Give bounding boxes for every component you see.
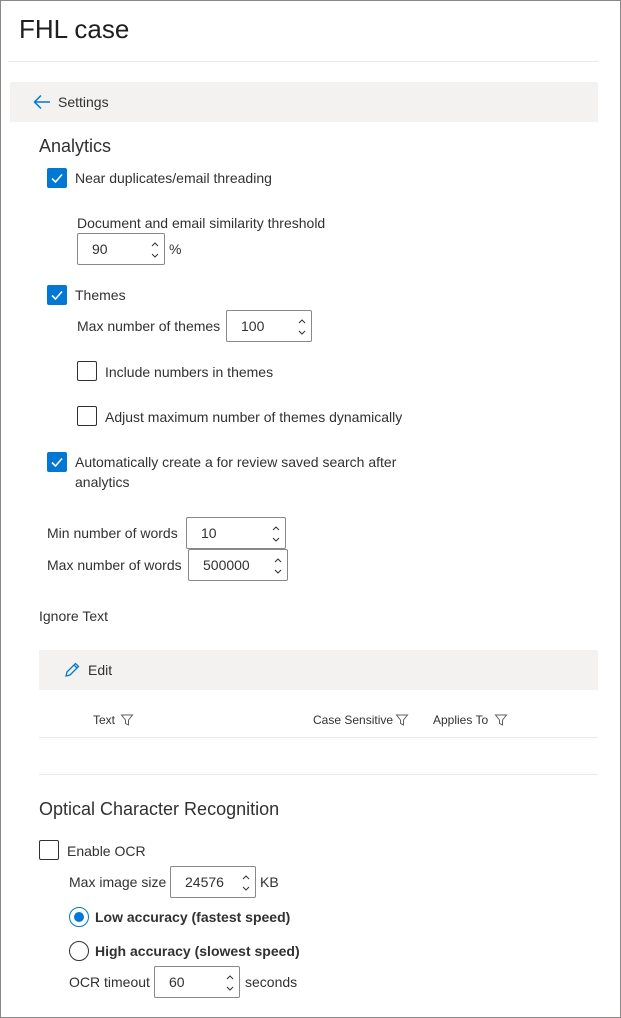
chevron-down-icon[interactable] (271, 535, 281, 545)
auto-create-checkbox[interactable] (47, 452, 67, 472)
chevron-down-icon[interactable] (297, 328, 307, 338)
max-image-size-unit: KB (260, 874, 279, 890)
max-words-label: Max number of words (47, 557, 182, 573)
edit-button[interactable] (63, 661, 81, 679)
max-image-size-label: Max image size (69, 874, 167, 890)
column-header-applies-to[interactable]: Applies To (433, 713, 488, 727)
min-words-label: Min number of words (47, 525, 178, 541)
near-duplicates-label: Near duplicates/email threading (75, 170, 272, 186)
min-words-stepper[interactable]: 10 (186, 517, 286, 549)
max-themes-label: Max number of themes (77, 318, 221, 334)
include-numbers-label: Include numbers in themes (105, 364, 274, 380)
ignore-text-heading: Ignore Text (39, 608, 109, 624)
chevron-down-icon[interactable] (241, 884, 251, 894)
themes-checkbox[interactable] (47, 285, 67, 305)
pencil-icon (65, 662, 80, 677)
chevron-down-icon[interactable] (225, 984, 235, 994)
ignore-text-command-bar: Edit (39, 650, 598, 690)
low-accuracy-radio[interactable] (69, 907, 89, 927)
ocr-timeout-stepper[interactable]: 60 (154, 966, 240, 998)
column-header-case-sensitive[interactable]: Case Sensitive (313, 713, 393, 727)
filter-icon[interactable] (494, 713, 508, 727)
table-header-divider (39, 737, 598, 738)
ocr-timeout-label: OCR timeout (69, 974, 150, 990)
checkmark-icon (51, 173, 63, 184)
auto-create-label-line1: Automatically create a for review saved … (75, 454, 397, 470)
back-to-settings-button[interactable]: Settings (10, 82, 598, 122)
similarity-value: 90 (92, 241, 108, 257)
min-words-value: 10 (201, 525, 217, 541)
themes-label: Themes (75, 287, 126, 303)
low-accuracy-label: Low accuracy (fastest speed) (95, 909, 291, 925)
max-image-size-value: 24576 (185, 874, 224, 890)
high-accuracy-radio[interactable] (69, 941, 89, 961)
enable-ocr-checkbox[interactable] (39, 840, 59, 860)
max-themes-value: 100 (241, 318, 265, 334)
edit-label[interactable]: Edit (88, 660, 112, 680)
analytics-heading: Analytics (39, 136, 112, 156)
chevron-down-icon[interactable] (273, 567, 283, 577)
enable-ocr-label: Enable OCR (67, 843, 146, 859)
checkmark-icon (51, 290, 63, 301)
max-image-size-stepper[interactable]: 24576 (170, 866, 256, 898)
chevron-up-icon[interactable] (225, 972, 235, 982)
max-words-value: 500000 (203, 557, 250, 573)
checkmark-icon (51, 457, 63, 468)
chevron-down-icon[interactable] (150, 251, 160, 261)
similarity-label: Document and email similarity threshold (77, 215, 326, 231)
chevron-up-icon[interactable] (241, 872, 251, 882)
include-numbers-checkbox[interactable] (77, 361, 97, 381)
title-divider (8, 61, 598, 62)
chevron-up-icon[interactable] (271, 523, 281, 533)
auto-create-label-line2: analytics (75, 474, 130, 490)
column-header-text[interactable]: Text (93, 713, 115, 727)
filter-icon[interactable] (395, 713, 409, 727)
arrow-left-icon (32, 92, 52, 112)
similarity-stepper[interactable]: 90 (77, 233, 165, 265)
high-accuracy-label: High accuracy (slowest speed) (95, 943, 300, 959)
section-divider (39, 774, 598, 775)
chevron-up-icon[interactable] (297, 316, 307, 326)
ocr-heading: Optical Character Recognition (39, 799, 280, 819)
back-label: Settings (58, 94, 109, 110)
max-themes-stepper[interactable]: 100 (226, 310, 312, 342)
near-duplicates-checkbox[interactable] (47, 168, 67, 188)
filter-icon[interactable] (120, 713, 134, 727)
page-title: FHL case (19, 14, 130, 44)
chevron-up-icon[interactable] (273, 555, 283, 565)
max-words-stepper[interactable]: 500000 (188, 549, 288, 581)
chevron-up-icon[interactable] (150, 239, 160, 249)
adjust-dynamic-label: Adjust maximum number of themes dynamica… (105, 409, 403, 425)
similarity-unit: % (169, 241, 182, 257)
adjust-dynamic-checkbox[interactable] (77, 406, 97, 426)
ocr-timeout-value: 60 (169, 974, 185, 990)
ocr-timeout-unit: seconds (245, 974, 298, 990)
